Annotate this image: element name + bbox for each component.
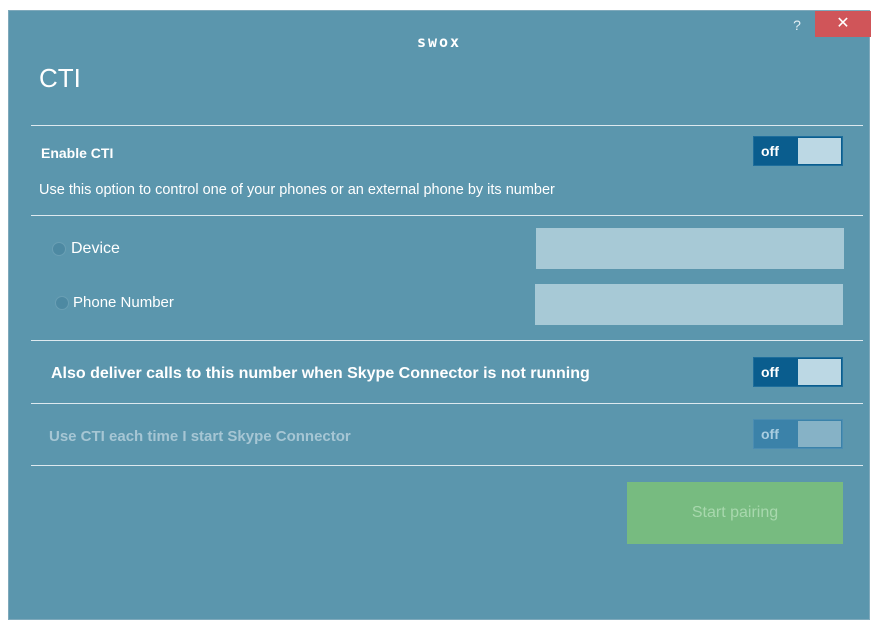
toggle-knob <box>798 421 841 447</box>
toggle-state-text: off <box>761 143 779 159</box>
deliver-calls-toggle[interactable]: off <box>753 357 843 387</box>
page-title: CTI <box>39 63 81 93</box>
toggle-knob <box>798 138 841 164</box>
start-pairing-button[interactable]: Start pairing <box>627 482 843 544</box>
help-button[interactable]: ? <box>782 15 812 37</box>
toggle-state-text: off <box>761 364 779 380</box>
divider <box>31 403 863 404</box>
divider <box>31 125 863 126</box>
toggle-state-text: off <box>761 426 779 442</box>
toggle-knob <box>798 359 841 385</box>
enable-cti-label: Enable CTI <box>41 145 114 161</box>
device-field[interactable] <box>536 228 844 269</box>
phone-number-label: Phone Number <box>73 294 174 311</box>
divider <box>31 215 863 216</box>
phone-number-field[interactable] <box>535 284 843 325</box>
divider <box>31 340 863 341</box>
phone-number-radio[interactable] <box>55 296 69 310</box>
enable-cti-toggle[interactable]: off <box>753 136 843 166</box>
divider <box>31 465 863 466</box>
swox-logo: swox <box>416 33 462 51</box>
use-cti-on-start-label: Use CTI each time I start Skype Connecto… <box>49 428 351 445</box>
device-label: Device <box>71 240 120 257</box>
use-cti-on-start-toggle[interactable]: off <box>753 419 843 449</box>
deliver-calls-label: Also deliver calls to this number when S… <box>51 365 590 382</box>
cti-settings-window: swox ? ✕ CTI Enable CTI off Use this opt… <box>8 10 871 620</box>
close-button[interactable]: ✕ <box>815 11 871 37</box>
enable-cti-description: Use this option to control one of your p… <box>39 182 555 198</box>
device-radio[interactable] <box>52 242 66 256</box>
